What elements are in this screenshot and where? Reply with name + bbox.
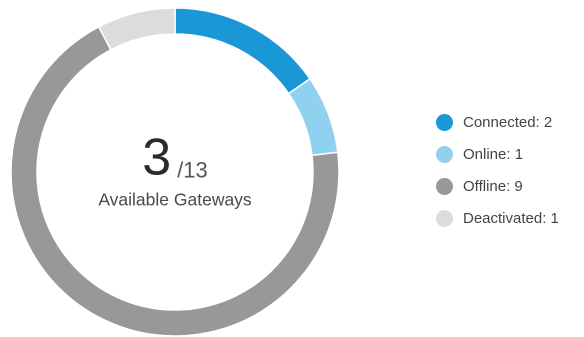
legend-swatch-online <box>436 145 453 163</box>
legend-label-online: Online: 1 <box>463 145 524 163</box>
legend-swatch-connected <box>436 113 453 131</box>
legend-swatch-offline <box>436 177 453 195</box>
legend-item-connected[interactable]: Connected: 2 <box>436 111 559 133</box>
donut-center-label: 3 /13 Available Gateways <box>98 128 252 211</box>
gateway-count: 3 /13 <box>98 128 251 187</box>
center-caption: Available Gateways <box>98 189 252 210</box>
donut-slice-connected[interactable] <box>174 7 312 95</box>
legend-swatch-deactivated <box>436 209 453 227</box>
total-count: /13 <box>177 157 208 183</box>
available-count: 3 <box>142 128 172 187</box>
chart-legend: Connected: 2 Online: 1 Offline: 9 Deacti… <box>436 111 559 239</box>
legend-label-connected: Connected: 2 <box>463 113 553 131</box>
legend-label-deactivated: Deactivated: 1 <box>463 209 559 227</box>
legend-item-offline[interactable]: Offline: 9 <box>436 175 559 197</box>
legend-item-deactivated[interactable]: Deactivated: 1 <box>436 207 559 229</box>
legend-label-offline: Offline: 9 <box>463 177 523 195</box>
donut-slice-online[interactable] <box>287 77 339 157</box>
donut-slice-deactivated[interactable] <box>97 7 176 51</box>
legend-item-online[interactable]: Online: 1 <box>436 143 559 165</box>
